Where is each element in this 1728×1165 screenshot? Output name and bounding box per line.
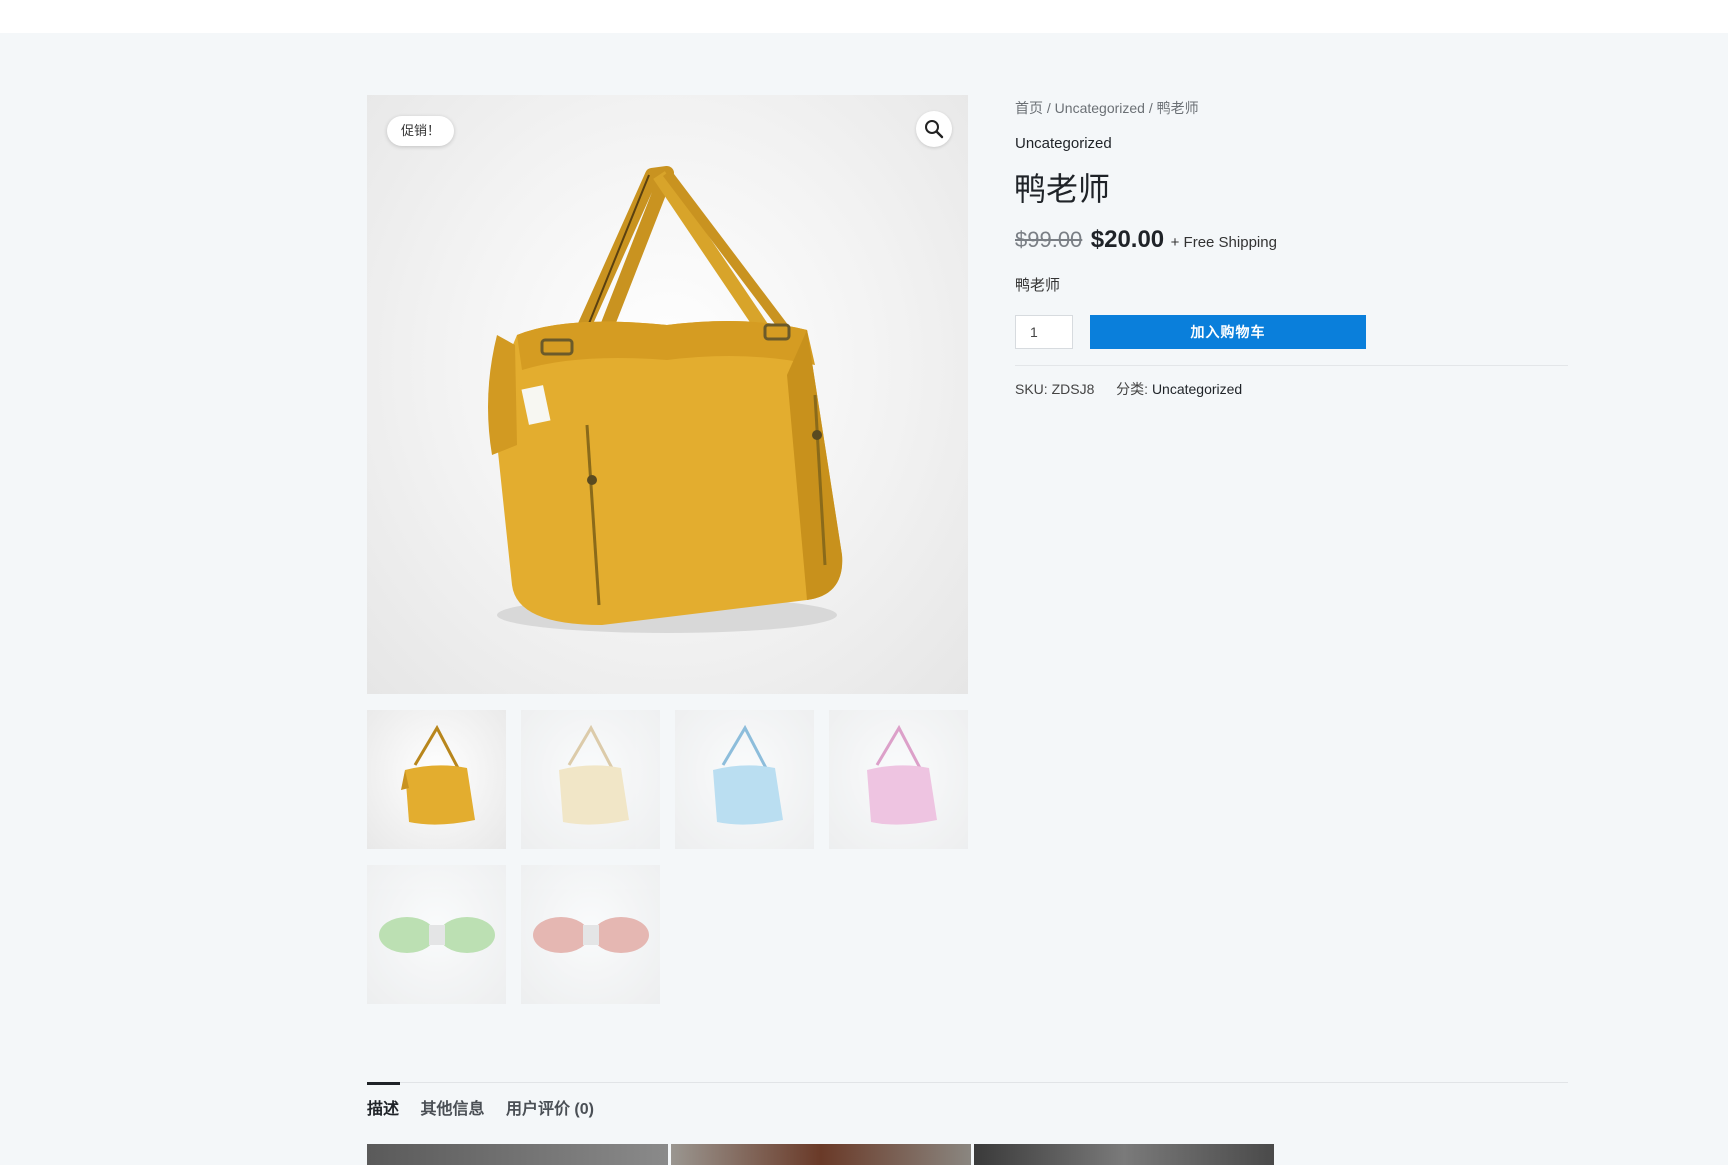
product-category-link[interactable]: Uncategorized [1015, 135, 1112, 152]
tab-description[interactable]: 描述 [367, 1095, 399, 1119]
active-tab-indicator [367, 1082, 400, 1085]
description-image [367, 1144, 668, 1165]
thumbnail-yellow-bag[interactable] [367, 710, 506, 849]
breadcrumb-current: 鸭老师 [1156, 100, 1199, 116]
breadcrumb-category[interactable]: Uncategorized [1055, 100, 1145, 116]
breadcrumb: 首页 / Uncategorized / 鸭老师 [1015, 98, 1199, 118]
thumbnail-green-bracelet[interactable] [367, 865, 506, 1004]
sale-badge: 促销！ [387, 116, 455, 146]
add-to-cart-button[interactable]: 加入购物车 [1090, 315, 1366, 349]
thumbnail-beige-bag[interactable] [521, 710, 660, 849]
yellow-handbag-image [488, 166, 843, 633]
red-bracelet-thumbnail-image [533, 917, 649, 953]
breadcrumb-separator: / [1043, 100, 1055, 116]
main-product-image[interactable]: 促销！ [367, 95, 968, 694]
price: $99.00 $20.00 + Free Shipping [1015, 226, 1277, 254]
category-label: 分类: [1116, 381, 1149, 397]
sku-value: ZDSJ8 [1051, 381, 1095, 397]
tab-reviews[interactable]: 用户评价 (0) [506, 1095, 594, 1119]
magnifier-icon [925, 120, 944, 139]
yellow-bag-thumbnail-image [401, 724, 475, 825]
sku-label: SKU: [1015, 381, 1048, 397]
thumbnail-blue-bag[interactable] [675, 710, 814, 849]
divider [1015, 365, 1568, 366]
sale-price: $20.00 [1090, 226, 1165, 253]
green-bracelet-thumbnail-image [379, 917, 495, 953]
product-title: 鸭老师 [1014, 171, 1111, 207]
blue-bag-thumbnail-image [713, 724, 783, 825]
shipping-note: + Free Shipping [1170, 234, 1277, 251]
product-tabs: 描述 其他信息 用户评价 (0) [367, 1095, 611, 1119]
breadcrumb-home[interactable]: 首页 [1015, 100, 1043, 116]
breadcrumb-separator: / [1144, 100, 1157, 116]
site-header [0, 0, 1728, 33]
product-meta: SKU: ZDSJ8 分类: Uncategorized [1015, 379, 1242, 399]
beige-bag-thumbnail-image [559, 724, 629, 825]
description-image [671, 1144, 971, 1165]
zoom-button[interactable] [916, 111, 952, 147]
regular-price: $99.00 [1015, 227, 1083, 252]
thumbnail-red-bracelet[interactable] [521, 865, 660, 1004]
tab-additional-information[interactable]: 其他信息 [420, 1095, 484, 1119]
short-description: 鸭老师 [1015, 277, 1061, 294]
pink-bag-thumbnail-image [867, 724, 937, 825]
tabs-divider [367, 1082, 1568, 1083]
thumbnail-pink-bag[interactable] [829, 710, 968, 849]
description-image [974, 1144, 1274, 1165]
category-value-link[interactable]: Uncategorized [1152, 381, 1242, 397]
quantity-input[interactable] [1015, 315, 1073, 349]
